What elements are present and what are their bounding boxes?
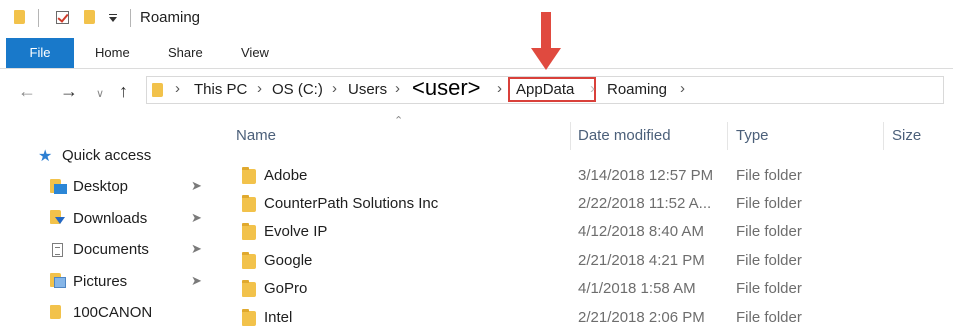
annotation-arrow-icon	[531, 48, 561, 70]
file-name[interactable]: GoPro	[264, 280, 307, 297]
breadcrumb-os-c[interactable]: OS (C:)	[272, 81, 323, 98]
new-folder-icon[interactable]	[84, 10, 95, 24]
desktop-icon	[54, 184, 67, 194]
folder-icon	[242, 223, 256, 240]
sort-ascending-icon: ⌃	[394, 115, 404, 127]
nav-item-100canon[interactable]: 100CANON	[73, 304, 152, 321]
chevron-right-icon[interactable]: ›	[395, 80, 400, 97]
documents-icon	[52, 243, 63, 257]
annotation-arrow-shaft	[541, 12, 551, 50]
divider	[38, 9, 39, 27]
tab-share[interactable]: Share	[168, 38, 203, 68]
divider	[130, 9, 131, 27]
column-header-name[interactable]: Name	[236, 127, 276, 144]
folder-icon	[242, 195, 256, 212]
tab-home[interactable]: Home	[95, 38, 130, 68]
pin-icon[interactable]: ➤	[191, 273, 202, 289]
ribbon-tabs: File Home Share View	[0, 38, 953, 69]
breadcrumb-roaming[interactable]: Roaming	[607, 81, 667, 98]
forward-arrow-icon[interactable]: →	[60, 80, 78, 102]
nav-item-downloads[interactable]: Downloads	[73, 210, 147, 227]
properties-check-icon[interactable]	[56, 11, 69, 24]
chevron-right-icon[interactable]: ›	[257, 80, 262, 97]
file-name[interactable]: Google	[264, 252, 312, 269]
nav-item-desktop[interactable]: Desktop	[73, 178, 128, 195]
up-arrow-icon[interactable]: ↑	[119, 80, 128, 102]
pin-icon[interactable]: ➤	[191, 178, 202, 194]
breadcrumb-this-pc[interactable]: This PC	[194, 81, 247, 98]
file-date-modified: 3/14/2018 12:57 PM	[578, 167, 714, 184]
file-type: File folder	[736, 167, 802, 184]
folder-icon[interactable]	[14, 10, 25, 24]
folder-icon	[242, 280, 256, 297]
nav-item-documents[interactable]: Documents	[73, 241, 149, 258]
chevron-right-icon[interactable]: ›	[332, 80, 337, 97]
file-date-modified: 2/21/2018 2:06 PM	[578, 309, 705, 326]
file-date-modified: 4/1/2018 1:58 AM	[578, 280, 696, 297]
tab-file[interactable]: File	[6, 38, 74, 68]
folder-icon	[242, 309, 256, 326]
file-name[interactable]: Adobe	[264, 167, 307, 184]
quick-access-toolbar-dropdown-icon[interactable]	[109, 14, 117, 22]
column-header-size[interactable]: Size	[892, 127, 921, 144]
chevron-right-icon[interactable]: ›	[497, 80, 502, 97]
file-type: File folder	[736, 309, 802, 326]
back-arrow-icon[interactable]: ←	[18, 80, 36, 102]
file-name[interactable]: Intel	[264, 309, 292, 326]
star-icon: ★	[38, 148, 53, 165]
pictures-icon	[54, 277, 66, 288]
file-name[interactable]: CounterPath Solutions Inc	[264, 195, 438, 212]
appdata-highlight-box	[508, 77, 596, 102]
chevron-right-icon[interactable]: ›	[590, 80, 595, 97]
column-divider[interactable]	[570, 122, 571, 150]
column-divider[interactable]	[727, 122, 728, 150]
chevron-right-icon[interactable]: ›	[680, 80, 685, 97]
pin-icon[interactable]: ➤	[191, 241, 202, 257]
file-name[interactable]: Evolve IP	[264, 223, 327, 240]
column-header-type[interactable]: Type	[736, 127, 769, 144]
location-folder-icon	[152, 83, 163, 97]
nav-quick-access[interactable]: Quick access	[62, 147, 151, 164]
file-date-modified: 4/12/2018 8:40 AM	[578, 223, 704, 240]
folder-icon	[50, 305, 61, 319]
nav-item-pictures[interactable]: Pictures	[73, 273, 127, 290]
tab-view[interactable]: View	[241, 38, 269, 68]
breadcrumb-user[interactable]: <user>	[412, 75, 481, 101]
file-type: File folder	[736, 280, 802, 297]
file-date-modified: 2/21/2018 4:21 PM	[578, 252, 705, 269]
column-header-date-modified[interactable]: Date modified	[578, 127, 671, 144]
file-type: File folder	[736, 195, 802, 212]
chevron-right-icon[interactable]: ›	[175, 80, 180, 97]
title-bar: Roaming	[0, 0, 953, 36]
file-type: File folder	[736, 223, 802, 240]
window-title: Roaming	[140, 9, 201, 26]
folder-icon	[242, 167, 256, 184]
column-divider[interactable]	[883, 122, 884, 150]
file-date-modified: 2/22/2018 11:52 A...	[578, 195, 712, 212]
file-type: File folder	[736, 252, 802, 269]
folder-icon	[242, 252, 256, 269]
recent-locations-chevron-icon[interactable]: ∨	[96, 83, 104, 105]
pin-icon[interactable]: ➤	[191, 210, 202, 226]
downloads-icon	[55, 217, 65, 224]
breadcrumb-users[interactable]: Users	[348, 81, 387, 98]
